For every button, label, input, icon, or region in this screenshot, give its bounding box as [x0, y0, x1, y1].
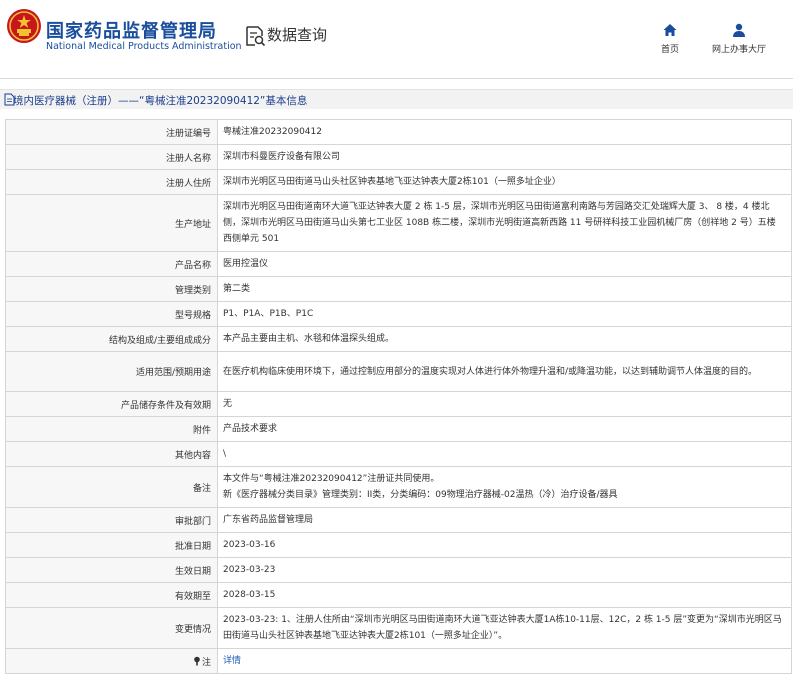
site-logo-title[interactable]: 国家药品监督管理局	[46, 17, 217, 43]
header-divider	[0, 78, 793, 79]
table-row: 注册证编号 粤械注准20232090412	[5, 119, 792, 145]
table-row: 注 详情	[5, 648, 792, 674]
table-row: 备注 本文件与“粤械注准20232090412”注册证共同使用。 新《医疗器械分…	[5, 466, 792, 508]
field-value: 广东省药品监督管理局	[217, 507, 792, 533]
field-label: 型号规格	[5, 301, 218, 327]
field-value: 深圳市光明区马田街道马山头社区钟表基地飞亚达钟表大厦2栋101（一照多址企业）	[217, 169, 792, 195]
field-value: 本文件与“粤械注准20232090412”注册证共同使用。 新《医疗器械分类目录…	[217, 466, 792, 508]
field-label: 注册人住所	[5, 169, 218, 195]
field-label: 注册证编号	[5, 119, 218, 145]
table-row: 生效日期 2023-03-23	[5, 557, 792, 583]
field-label: 生产地址	[5, 194, 218, 252]
field-value: 第二类	[217, 276, 792, 302]
table-row: 型号规格 P1、P1A、P1B、P1C	[5, 301, 792, 327]
remark-line: 本文件与“粤械注准20232090412”注册证共同使用。	[223, 474, 440, 484]
field-value: 医用控温仪	[217, 251, 792, 277]
user-icon	[733, 23, 745, 37]
field-label: 批准日期	[5, 532, 218, 558]
table-row: 注册人住所 深圳市光明区马田街道马山头社区钟表基地飞亚达钟表大厦2栋101（一照…	[5, 169, 792, 195]
field-label: 适用范围/预期用途	[5, 351, 218, 392]
table-row: 注册人名称 深圳市科曼医疗设备有限公司	[5, 144, 792, 170]
nav-online-hall-label: 网上办事大厅	[711, 45, 766, 55]
note-label: 注	[201, 657, 211, 668]
field-value: 深圳市科曼医疗设备有限公司	[217, 144, 792, 170]
field-value: 粤械注准20232090412	[217, 119, 792, 145]
table-row: 结构及组成/主要组成成分 本产品主要由主机、水毯和体温探头组成。	[5, 326, 792, 352]
table-row: 审批部门 广东省药品监督管理局	[5, 507, 792, 533]
table-row: 产品储存条件及有效期 无	[5, 391, 792, 417]
nav-home-label: 首页	[660, 45, 679, 55]
data-search-title: 数据查询	[267, 26, 328, 44]
registration-detail-table: 注册证编号 粤械注准20232090412 注册人名称 深圳市科曼医疗设备有限公…	[5, 119, 792, 674]
table-row: 生产地址 深圳市光明区马田街道南环大道飞亚达钟表大厦 2 栋 1-5 层，深圳市…	[5, 194, 792, 252]
data-search-icon	[246, 26, 266, 47]
record-title: 境内医疗器械（注册）——“粤械注准20232090412”基本信息	[13, 95, 308, 107]
table-row: 其他内容 \	[5, 441, 792, 467]
field-label: 附件	[5, 416, 218, 442]
field-label: 结构及组成/主要组成成分	[5, 326, 218, 352]
field-label: 管理类别	[5, 276, 218, 302]
field-value: 在医疗机构临床使用环境下，通过控制应用部分的温度实现对人体进行体外物理升温和/或…	[217, 351, 792, 392]
field-label: 有效期至	[5, 582, 218, 608]
site-logo-subtitle: National Medical Products Administration	[46, 41, 242, 52]
field-label: 注册人名称	[5, 144, 218, 170]
field-label: 变更情况	[5, 607, 218, 649]
note-icon	[194, 656, 200, 665]
field-label: 备注	[5, 466, 218, 508]
table-row: 管理类别 第二类	[5, 276, 792, 302]
field-label: 其他内容	[5, 441, 218, 467]
field-label: 审批部门	[5, 507, 218, 533]
field-label: 产品储存条件及有效期	[5, 391, 218, 417]
nav-online-hall[interactable]: 网上办事大厅	[704, 22, 774, 55]
field-value: 本产品主要由主机、水毯和体温探头组成。	[217, 326, 792, 352]
record-title-bar: 境内医疗器械（注册）——“粤械注准20232090412”基本信息	[0, 89, 793, 109]
field-value: \	[217, 441, 792, 467]
site-header: 国家药品监督管理局 National Medical Products Admi…	[0, 0, 793, 80]
field-label: 产品名称	[5, 251, 218, 277]
field-value: 2023-03-23: 1、注册人住所由“深圳市光明区马田街道南环大道飞亚达钟表…	[217, 607, 792, 649]
remark-line: 新《医疗器械分类目录》管理类别：II类，分类编码：09物理治疗器械-02温热（冷…	[223, 490, 618, 500]
field-value: 详情	[217, 648, 792, 674]
table-row: 产品名称 医用控温仪	[5, 251, 792, 277]
details-link[interactable]: 详情	[223, 656, 241, 666]
nav-home[interactable]: 首页	[650, 22, 690, 55]
field-value: 2023-03-23	[217, 557, 792, 583]
field-label: 注	[5, 648, 218, 674]
table-row: 批准日期 2023-03-16	[5, 532, 792, 558]
field-value: 无	[217, 391, 792, 417]
table-row: 附件 产品技术要求	[5, 416, 792, 442]
table-row: 有效期至 2028-03-15	[5, 582, 792, 608]
field-value: 深圳市光明区马田街道南环大道飞亚达钟表大厦 2 栋 1-5 层，深圳市光明区马田…	[217, 194, 792, 252]
field-value: 2023-03-16	[217, 532, 792, 558]
table-row: 变更情况 2023-03-23: 1、注册人住所由“深圳市光明区马田街道南环大道…	[5, 607, 792, 649]
table-row: 适用范围/预期用途 在医疗机构临床使用环境下，通过控制应用部分的温度实现对人体进…	[5, 351, 792, 392]
field-value: 产品技术要求	[217, 416, 792, 442]
home-icon	[663, 24, 677, 36]
field-value: P1、P1A、P1B、P1C	[217, 301, 792, 327]
national-emblem-icon	[7, 9, 41, 43]
field-label: 生效日期	[5, 557, 218, 583]
field-value: 2028-03-15	[217, 582, 792, 608]
